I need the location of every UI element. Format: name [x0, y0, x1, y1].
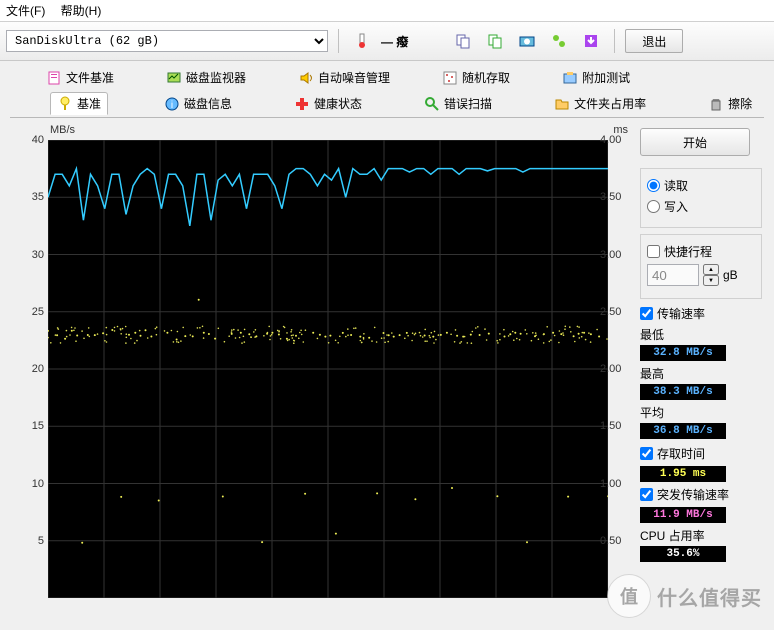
tab-label: 错误扫描: [444, 95, 492, 112]
max-label: 最高: [640, 365, 762, 382]
y-right-tick: 3.00: [600, 249, 630, 261]
health-icon: [294, 96, 310, 112]
write-label: 写入: [664, 198, 688, 215]
burst-checkbox[interactable]: 突发传输速率: [640, 486, 762, 503]
tab-label: 磁盘信息: [184, 95, 232, 112]
tab-file-base[interactable]: 文件基准: [40, 67, 120, 88]
tab-label: 文件夹占用率: [574, 95, 646, 112]
tab-auto-noise[interactable]: 自动噪音管理: [292, 67, 396, 88]
folder-usage-icon: [554, 96, 570, 112]
y-right-tick: 2.50: [600, 306, 630, 318]
screenshot-icon[interactable]: [514, 28, 540, 54]
spin-up[interactable]: ▲: [703, 264, 719, 275]
y-right-tick: 1.00: [600, 478, 630, 490]
burst-label: 突发传输速率: [657, 486, 729, 503]
tab-benchmark[interactable]: 基准: [50, 92, 108, 115]
spin-down[interactable]: ▼: [703, 275, 719, 286]
cpu-value: 35.6%: [640, 546, 726, 562]
copy-results-icon[interactable]: [450, 28, 476, 54]
y-right-tick: 2.00: [600, 363, 630, 375]
addon-test-icon: [562, 70, 578, 86]
random-access-icon: [442, 70, 458, 86]
erase-icon: [708, 96, 724, 112]
y-left-tick: 15: [10, 420, 44, 432]
tab-label: 磁盘监视器: [186, 69, 246, 86]
benchmark-icon: [57, 96, 73, 112]
cpu-label: CPU 占用率: [640, 527, 762, 544]
save-icon[interactable]: [578, 28, 604, 54]
tab-disk-info[interactable]: i 磁盘信息: [158, 92, 238, 115]
tab-addon-test[interactable]: 附加测试: [556, 67, 636, 88]
start-button[interactable]: 开始: [640, 128, 750, 156]
tab-error-scan[interactable]: 错误扫描: [418, 92, 498, 115]
separator: [338, 29, 339, 53]
tab-random-access[interactable]: 随机存取: [436, 67, 516, 88]
watermark-glyph: 值: [607, 574, 651, 618]
quick-size-input[interactable]: [647, 264, 699, 286]
drive-select[interactable]: SanDiskUltra (62 gB): [6, 30, 328, 52]
temp-readout: — 癈: [381, 33, 408, 50]
exit-button[interactable]: 退出: [625, 29, 683, 53]
min-value: 32.8 MB/s: [640, 345, 726, 361]
read-radio[interactable]: 读取: [647, 177, 755, 194]
y-left-tick: 40: [10, 134, 44, 146]
quick-label: 快捷行程: [664, 243, 712, 260]
tab-label: 擦除: [728, 95, 752, 112]
avg-label: 平均: [640, 404, 762, 421]
quick-unit: gB: [723, 268, 738, 282]
tab-label: 附加测试: [582, 69, 630, 86]
svg-text:i: i: [171, 100, 173, 111]
file-base-icon: [46, 70, 62, 86]
tab-erase[interactable]: 擦除: [702, 92, 758, 115]
y-right-tick: 4.00: [600, 134, 630, 146]
menu-file[interactable]: 文件(F): [6, 4, 45, 18]
chart-plot: [48, 140, 608, 598]
y-left-tick: 10: [10, 478, 44, 490]
access-value: 1.95 ms: [640, 466, 726, 482]
y-right-tick: 3.50: [600, 191, 630, 203]
y-left-tick: 25: [10, 306, 44, 318]
y-right-tick: 0.50: [600, 535, 630, 547]
y-left-tick: 20: [10, 363, 44, 375]
read-label: 读取: [664, 177, 688, 194]
tab-label: 基准: [77, 95, 101, 112]
tab-label: 随机存取: [462, 69, 510, 86]
disk-monitor-icon: [166, 70, 182, 86]
transfer-rate-checkbox[interactable]: 传输速率: [640, 305, 762, 322]
copy-info-icon[interactable]: [482, 28, 508, 54]
max-value: 38.3 MB/s: [640, 384, 726, 400]
tab-folder-usage[interactable]: 文件夹占用率: [548, 92, 652, 115]
options-icon[interactable]: [546, 28, 572, 54]
tab-label: 文件基准: [66, 69, 114, 86]
watermark-text: 什么值得买: [657, 582, 762, 611]
y-right-tick: 1.50: [600, 420, 630, 432]
watermark: 值 什么值得买: [607, 574, 762, 618]
tab-label: 自动噪音管理: [318, 69, 390, 86]
separator: [614, 29, 615, 53]
y-left-tick: 30: [10, 249, 44, 261]
min-label: 最低: [640, 326, 762, 343]
tab-disk-monitor[interactable]: 磁盘监视器: [160, 67, 252, 88]
thermometer-icon[interactable]: [349, 28, 375, 54]
y-left-unit: MB/s: [50, 124, 75, 136]
y-left-tick: 5: [10, 535, 44, 547]
benchmark-chart: MB/s ms 403530252015105 4.003.503.002.50…: [10, 122, 630, 612]
write-radio[interactable]: 写入: [647, 198, 755, 215]
transfer-rate-label: 传输速率: [657, 305, 705, 322]
avg-value: 36.8 MB/s: [640, 423, 726, 439]
burst-value: 11.9 MB/s: [640, 507, 726, 523]
access-time-checkbox[interactable]: 存取时间: [640, 445, 762, 462]
auto-noise-icon: [298, 70, 314, 86]
tab-health[interactable]: 健康状态: [288, 92, 368, 115]
menu-help[interactable]: 帮助(H): [61, 4, 102, 18]
error-scan-icon: [424, 96, 440, 112]
disk-info-icon: i: [164, 96, 180, 112]
quick-checkbox[interactable]: 快捷行程: [647, 243, 755, 260]
access-label: 存取时间: [657, 445, 705, 462]
y-left-tick: 35: [10, 191, 44, 203]
tab-label: 健康状态: [314, 95, 362, 112]
